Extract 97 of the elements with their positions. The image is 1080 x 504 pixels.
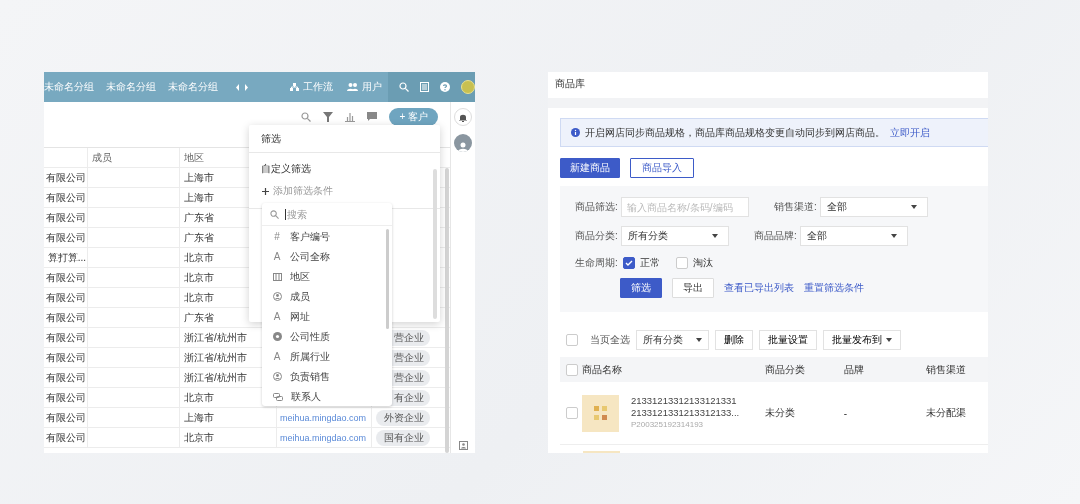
field-option[interactable]: 公司全称 (290, 249, 330, 264)
search-icon[interactable] (399, 82, 409, 92)
filter-icon[interactable] (323, 112, 334, 122)
filter-label: 销售渠道: (774, 200, 816, 214)
caret-icon (886, 338, 892, 342)
product-name[interactable]: 2133121331213312133... (630, 407, 740, 419)
filter-link[interactable]: 查看已导出列表 (724, 281, 794, 295)
bulk-button[interactable]: 批量发布到 (823, 330, 901, 350)
table-cell: 北京市 (180, 428, 277, 447)
table-cell: 算打算... (44, 248, 88, 267)
avatar[interactable] (454, 134, 472, 152)
link-icon (272, 392, 283, 401)
table-cell: 有限公司 (44, 388, 88, 407)
enable-link[interactable]: 立即开启 (890, 125, 930, 140)
help-icon[interactable] (440, 82, 450, 92)
page-title: 商品库 (548, 72, 988, 98)
column-header: 商品分类 (764, 363, 805, 375)
channel-select[interactable]: 全部 (820, 197, 928, 217)
field-option[interactable]: 成员 (290, 289, 310, 304)
column-header: 品牌 (843, 363, 864, 375)
column-header: 商品名称 (581, 362, 622, 377)
filter-label: 商品筛选: (575, 200, 617, 214)
bell-icon (459, 112, 467, 122)
table-cell: 有限公司 (44, 408, 88, 427)
category-select[interactable]: 所有分类 (636, 330, 709, 350)
contact-card-icon[interactable] (458, 441, 468, 450)
bulk-button[interactable]: 删除 (715, 330, 753, 350)
radio-icon (272, 332, 282, 341)
action-button[interactable]: 商品导入 (630, 158, 694, 178)
table-cell-text: 未分配渠 (926, 406, 968, 420)
filter-label: 商品品牌: (754, 229, 796, 243)
map-icon (272, 272, 282, 281)
checkbox-label: 正常 (640, 256, 660, 270)
scroll-arrows-icon[interactable] (236, 83, 248, 91)
company-type-tag: 外资企业 (376, 409, 430, 426)
checkbox[interactable] (623, 257, 635, 269)
comment-icon[interactable] (367, 112, 378, 121)
field-option[interactable]: 地区 (290, 269, 310, 284)
table-cell: 上海市 (180, 408, 277, 427)
website-link[interactable]: meihua.mingdao.com (280, 412, 367, 423)
field-option[interactable]: 公司性质 (290, 329, 330, 344)
checkbox-label: 淘汰 (693, 256, 713, 270)
company-type-tag: 国有企业 (376, 429, 430, 446)
website-link[interactable]: meihua.mingdao.com (280, 432, 367, 443)
brand-select[interactable]: 全部 (800, 226, 908, 246)
action-button[interactable]: 新建商品 (560, 158, 620, 178)
caret-icon (911, 205, 917, 209)
users-icon (347, 83, 358, 91)
user-icon (272, 372, 282, 381)
filter-label: 生命周期: (575, 256, 617, 270)
caret-icon (696, 338, 702, 342)
filter-panel-title: 筛选 (249, 125, 440, 153)
table-cell: 有限公司 (44, 228, 88, 247)
product-thumbnail (581, 394, 619, 432)
search-icon[interactable] (301, 112, 312, 122)
table-cell: 有限公司 (44, 208, 88, 227)
plus-icon (262, 187, 269, 195)
table-cell-text: 未分类 (764, 406, 796, 420)
document-icon[interactable] (420, 82, 429, 92)
field-option[interactable]: 客户编号 (290, 229, 330, 244)
hierarchy-icon (290, 83, 299, 91)
table-cell: 有限公司 (44, 328, 88, 347)
filter-link[interactable]: 重置筛选条件 (804, 281, 864, 295)
table-cell-text: - (843, 407, 848, 419)
table-cell: 有限公司 (44, 288, 88, 307)
table-cell: 有限公司 (44, 308, 88, 327)
field-option[interactable]: 网址 (290, 309, 310, 324)
table-cell: 有限公司 (44, 168, 88, 187)
caret-icon (891, 234, 897, 238)
scrollbar[interactable] (386, 229, 389, 329)
table-cell: 有限公司 (44, 348, 88, 367)
field-option[interactable]: 所属行业 (290, 349, 330, 364)
table-cell: 有限公司 (44, 428, 88, 447)
avatar[interactable] (461, 80, 475, 94)
table-cell: 有限公司 (44, 368, 88, 387)
column-header: 销售渠道 (926, 363, 967, 375)
search-icon (270, 209, 279, 219)
filter-label: 商品分类: (575, 229, 617, 243)
category-select[interactable]: 所有分类 (621, 226, 729, 246)
bulk-button[interactable]: 批量设置 (759, 330, 817, 350)
caret-icon (712, 234, 718, 238)
filter-button[interactable]: 筛选 (620, 278, 662, 298)
table-cell: 有限公司 (44, 268, 88, 287)
user-silhouette-icon (458, 142, 468, 152)
product-code: P200325192314193 (630, 419, 705, 431)
filter-button[interactable]: 导出 (672, 278, 714, 298)
scrollbar[interactable] (433, 169, 437, 319)
info-icon (571, 128, 580, 137)
table-cell: 有限公司 (44, 188, 88, 207)
bar-chart-icon[interactable] (345, 112, 356, 122)
field-option[interactable]: 负责销售 (290, 369, 330, 384)
notice-text: 开启网店同步商品规格，商品库商品规格变更自动同步到网店商品。 (585, 125, 885, 140)
product-name[interactable]: 21331213312133121331 (630, 395, 740, 407)
user-icon (272, 292, 282, 301)
select-all-label: 当页全选 (590, 333, 630, 347)
column-header: 成员 (88, 148, 180, 167)
field-option[interactable]: 联系人 (291, 389, 321, 404)
